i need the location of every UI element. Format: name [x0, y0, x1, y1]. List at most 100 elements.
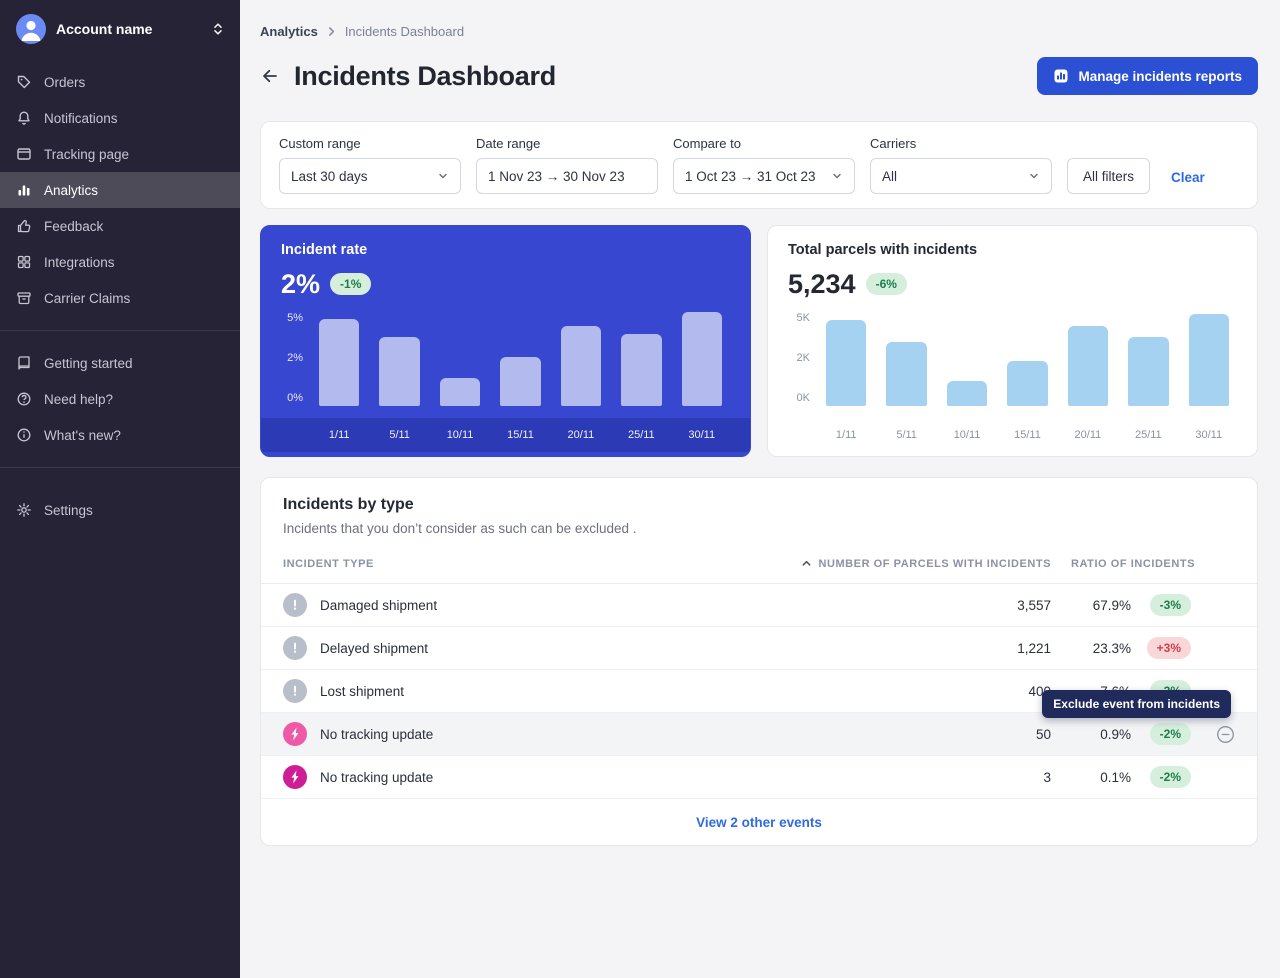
date-range-value: 1 Nov 23 → 30 Nov 23: [488, 169, 625, 184]
custom-range-select[interactable]: Last 30 days: [279, 158, 461, 194]
date-range-filter: Date range 1 Nov 23 → 30 Nov 23: [476, 136, 658, 194]
sort-asc-icon[interactable]: [801, 558, 812, 569]
table-footer: View 2 other events: [261, 799, 1257, 845]
bar: [621, 334, 661, 406]
bell-icon: [16, 110, 32, 126]
divider: [0, 467, 240, 468]
incident-type-label: No tracking update: [320, 770, 433, 785]
chevron-down-icon: [1028, 170, 1040, 182]
x-tick-label: 30/11: [682, 429, 722, 441]
bar: [682, 312, 722, 406]
table-row-no-tracking-update[interactable]: No tracking update500.9%-2%Exclude event…: [261, 713, 1257, 756]
compare-to-select[interactable]: 1 Oct 23 → 31 Oct 23: [673, 158, 855, 194]
y-tick-label: 0%: [287, 392, 303, 404]
chart-title: Total parcels with incidents: [788, 242, 1237, 258]
sidebar-item-carrier-claims[interactable]: Carrier Claims: [0, 280, 240, 316]
grid-icon: [16, 254, 32, 270]
bar: [826, 320, 866, 406]
account-name: Account name: [56, 21, 202, 37]
y-axis: 5%2%0%: [281, 312, 303, 406]
divider: [0, 330, 240, 331]
view-other-events-link[interactable]: View 2 other events: [696, 815, 822, 830]
total-parcels-card[interactable]: Total parcels with incidents 5,234 -6% 5…: [767, 225, 1258, 457]
column-header-ratio: RATIO OF INCIDENTS: [1051, 558, 1235, 570]
sidebar-item-label: Notifications: [44, 111, 118, 126]
x-axis: 1/115/1110/1115/1120/1125/1130/11: [311, 429, 730, 441]
account-switcher[interactable]: Account name: [0, 0, 240, 58]
incident-rate-card[interactable]: Incident rate 2% -1% 5%2%0% 1/115/1110/1…: [260, 225, 751, 457]
x-axis-strip: 1/115/1110/1115/1120/1125/1130/11: [261, 418, 750, 452]
report-chart-icon: [1053, 68, 1069, 84]
sidebar-item-getting-started[interactable]: Getting started: [0, 345, 240, 381]
all-filters-button[interactable]: All filters: [1067, 158, 1150, 194]
y-axis: 5K2K0K: [788, 312, 810, 406]
custom-range-filter: Custom range Last 30 days: [279, 136, 461, 194]
x-tick-label: 30/11: [1189, 429, 1229, 441]
bar: [561, 326, 601, 406]
bar: [1068, 326, 1108, 406]
x-tick-label: 10/11: [440, 429, 480, 441]
table-row-delayed-shipment[interactable]: Delayed shipment1,22123.3%+3%: [261, 627, 1257, 670]
back-arrow-icon[interactable]: [260, 66, 280, 86]
column-header-incident-type: INCIDENT TYPE: [283, 558, 791, 570]
sidebar-item-integrations[interactable]: Integrations: [0, 244, 240, 280]
delta-badge: -3%: [1150, 594, 1191, 616]
kpi-delta-badge: -6%: [866, 273, 907, 295]
x-tick-label: 15/11: [500, 429, 540, 441]
table-title: Incidents by type: [261, 496, 1257, 514]
sidebar-item-notifications[interactable]: Notifications: [0, 100, 240, 136]
table-row-no-tracking-update[interactable]: No tracking update30.1%-2%: [261, 756, 1257, 799]
incident-type-label: No tracking update: [320, 727, 433, 742]
filter-label: Custom range: [279, 136, 461, 151]
breadcrumb-analytics[interactable]: Analytics: [260, 24, 318, 39]
secondary-nav: Getting started Need help? What's new?: [0, 339, 240, 459]
row-actions: [1191, 725, 1235, 744]
x-tick-label: 1/11: [319, 429, 359, 441]
bar: [379, 337, 419, 406]
kpi-value: 2%: [281, 269, 320, 300]
sidebar-item-label: Feedback: [44, 219, 103, 234]
parcels-count: 50: [791, 727, 1051, 742]
sidebar-item-tracking-page[interactable]: Tracking page: [0, 136, 240, 172]
exclamation-icon: [283, 636, 307, 660]
help-circle-icon: [16, 391, 32, 407]
select-value: 1 Oct 23 → 31 Oct 23: [685, 169, 816, 184]
clear-filters-link[interactable]: Clear: [1171, 170, 1205, 194]
browser-icon: [16, 146, 32, 162]
sidebar: Account name Orders Notifications Tracking…: [0, 0, 240, 978]
sidebar-item-label: Orders: [44, 75, 85, 90]
tag-icon: [16, 74, 32, 90]
user-avatar-icon: [16, 14, 46, 44]
x-tick-label: 5/11: [379, 429, 419, 441]
manage-incidents-reports-button[interactable]: Manage incidents reports: [1037, 57, 1258, 95]
column-header-number-of-parcels[interactable]: NUMBER OF PARCELS WITH INCIDENTS: [791, 558, 1051, 570]
incidents-by-type-card: Incidents by type Incidents that you don…: [260, 477, 1258, 846]
bar-chart: [818, 312, 1237, 406]
sidebar-item-label: What's new?: [44, 428, 121, 443]
sidebar-item-analytics[interactable]: Analytics: [0, 172, 240, 208]
x-tick-label: 5/11: [886, 429, 926, 441]
table-row-damaged-shipment[interactable]: Damaged shipment3,55767.9%-3%: [261, 584, 1257, 627]
carriers-select[interactable]: All: [870, 158, 1052, 194]
compare-to-filter: Compare to 1 Oct 23 → 31 Oct 23: [673, 136, 855, 194]
kpi-delta-badge: -1%: [330, 273, 371, 295]
column-header-label: NUMBER OF PARCELS WITH INCIDENTS: [818, 558, 1051, 570]
sidebar-item-feedback[interactable]: Feedback: [0, 208, 240, 244]
exclude-event-button[interactable]: [1216, 725, 1235, 744]
sidebar-item-label: Settings: [44, 503, 93, 518]
sidebar-item-settings[interactable]: Settings: [0, 492, 240, 528]
incident-type-cell: No tracking update: [283, 722, 791, 746]
x-tick-label: 20/11: [1068, 429, 1108, 441]
sidebar-item-what-s-new[interactable]: What's new?: [0, 417, 240, 453]
breadcrumb: Analytics Incidents Dashboard: [260, 24, 1258, 39]
bar: [886, 342, 926, 406]
sidebar-item-need-help[interactable]: Need help?: [0, 381, 240, 417]
date-range-input[interactable]: 1 Nov 23 → 30 Nov 23: [476, 158, 658, 194]
breadcrumb-current: Incidents Dashboard: [345, 24, 464, 39]
x-tick-label: 1/11: [826, 429, 866, 441]
sidebar-item-label: Getting started: [44, 356, 133, 371]
main-content: Analytics Incidents Dashboard Incidents …: [240, 0, 1280, 978]
sidebar-item-orders[interactable]: Orders: [0, 64, 240, 100]
settings-nav: Settings: [0, 486, 240, 534]
x-tick-label: 15/11: [1007, 429, 1047, 441]
